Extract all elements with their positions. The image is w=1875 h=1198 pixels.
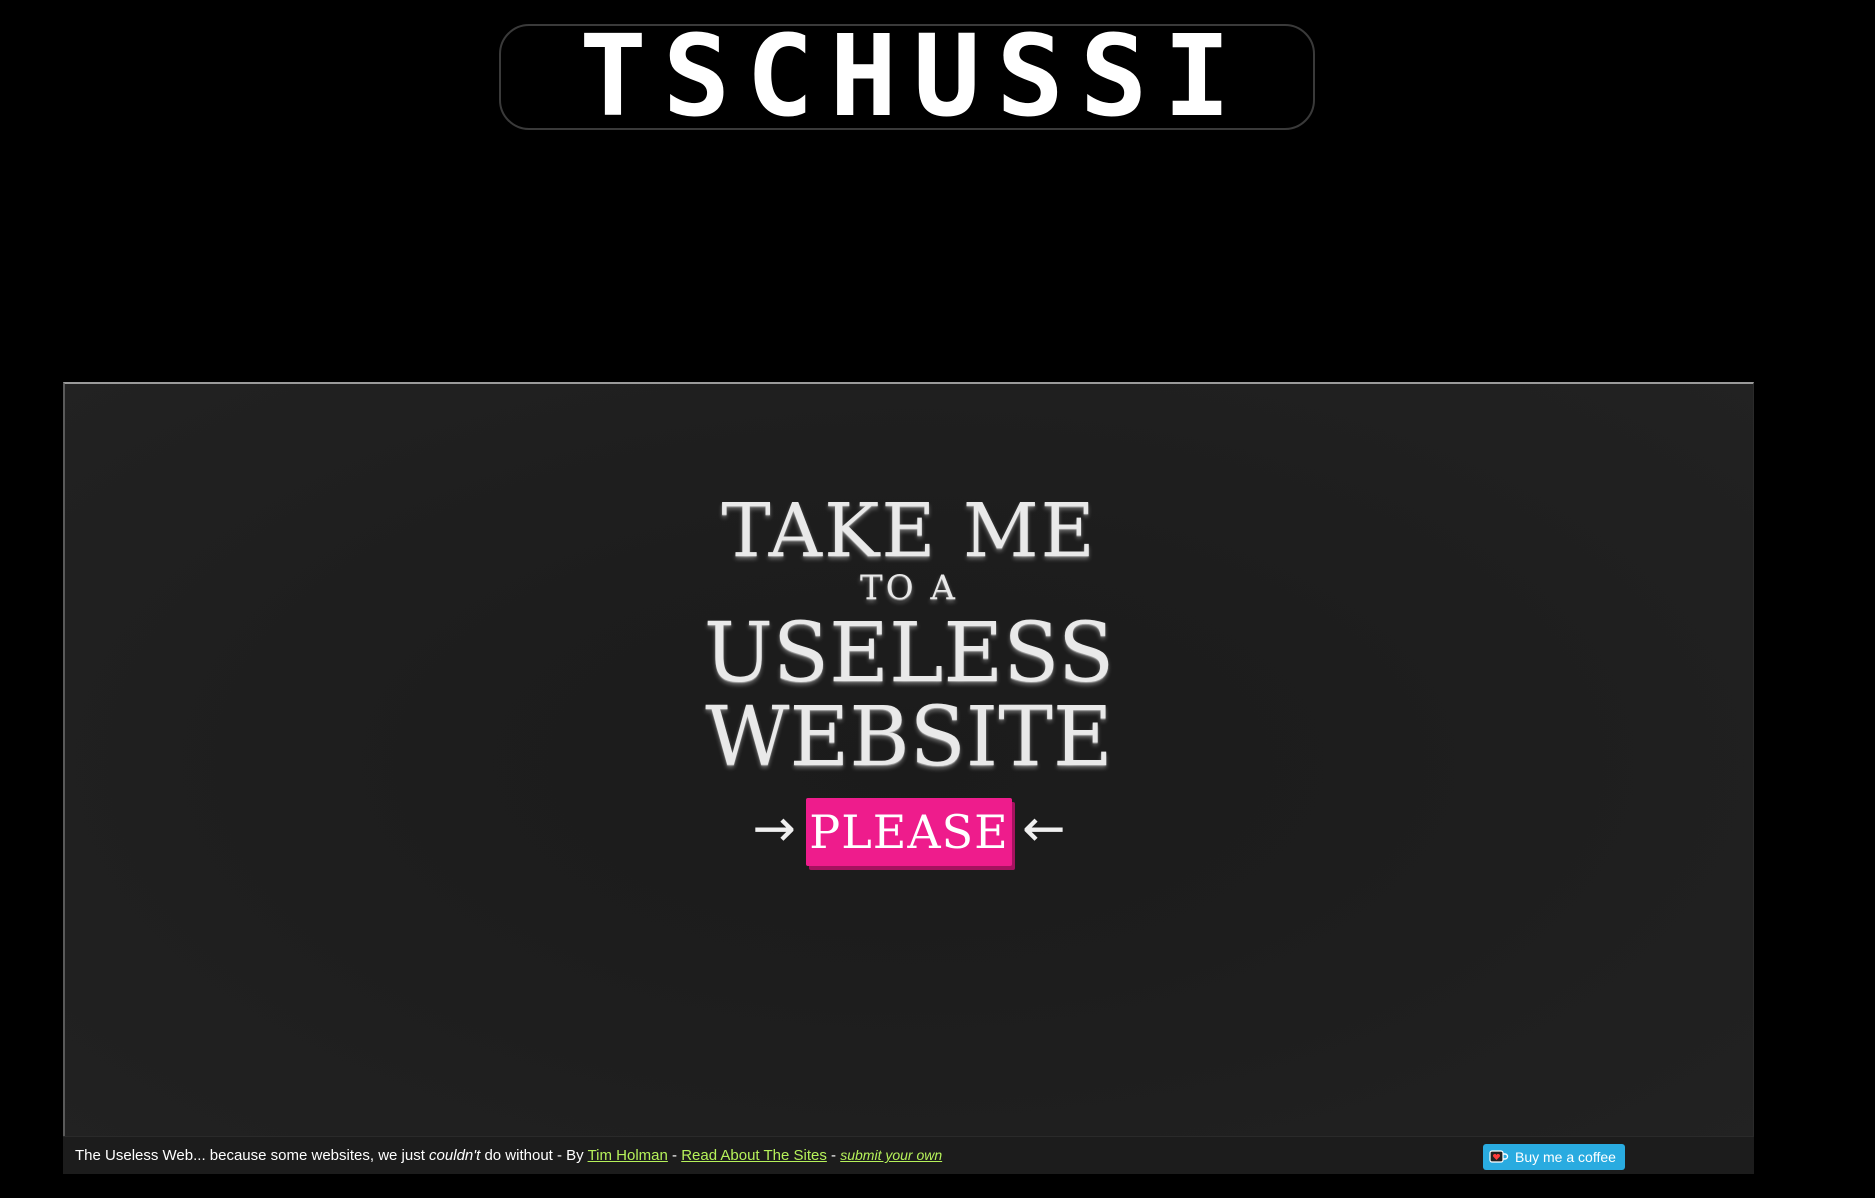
please-button[interactable]: PLEASE: [806, 798, 1012, 866]
footer-text-start: The Useless Web... because some websites…: [75, 1147, 430, 1164]
footer-text-middle: do without - By: [480, 1147, 588, 1164]
headline-website: WEBSITE: [705, 690, 1113, 785]
coffee-label: Buy me a coffee: [1515, 1149, 1616, 1165]
read-about-link[interactable]: Read About The Sites: [681, 1147, 827, 1164]
headline-useless: USELESS: [703, 606, 1115, 701]
logo-text: TSCHÜSSI: [579, 24, 1247, 130]
useless-web-frame: TAKE ME TO A USELESS WEBSITE → PLEASE ←: [63, 382, 1754, 1174]
footer-separator: -: [667, 1147, 682, 1164]
left-arrow-icon: ←: [1022, 799, 1066, 859]
author-link[interactable]: Tim Holman: [588, 1147, 668, 1164]
footer-text: The Useless Web... because some websites…: [75, 1147, 942, 1164]
please-row: → PLEASE ←: [65, 796, 1753, 868]
footer-separator: -: [826, 1147, 841, 1164]
right-arrow-icon: →: [752, 799, 796, 859]
site-logo[interactable]: TSCHÜSSI: [499, 24, 1315, 130]
submit-your-own-link[interactable]: submit your own: [840, 1147, 942, 1163]
footer-bar: The Useless Web... because some websites…: [63, 1136, 1754, 1174]
coffee-cup-icon: [1489, 1149, 1509, 1165]
footer-text-emphasis: couldn't: [429, 1147, 481, 1164]
buy-me-a-coffee-button[interactable]: Buy me a coffee: [1483, 1144, 1625, 1170]
headline-to-a: TO A: [860, 568, 958, 608]
headline-take-me: TAKE ME: [721, 488, 1097, 574]
